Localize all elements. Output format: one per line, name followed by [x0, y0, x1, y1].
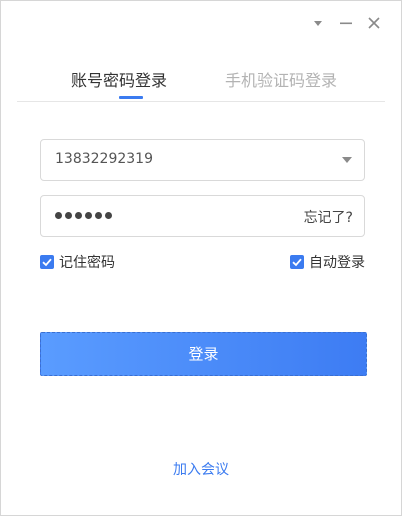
account-field[interactable]: 13832292319: [40, 139, 365, 181]
tab-phone-code[interactable]: 手机验证码登录: [225, 67, 337, 91]
login-button[interactable]: 登录: [40, 332, 367, 376]
menu-dropdown-icon[interactable]: [311, 16, 325, 30]
minimize-icon[interactable]: [339, 16, 353, 30]
account-value[interactable]: 13832292319: [55, 151, 153, 167]
join-meeting-link[interactable]: 加入会议: [1, 459, 401, 479]
login-window: 账号密码登录 手机验证码登录 13832292319 忘记了? 记住密码 自动登…: [0, 0, 402, 516]
active-tab-indicator: [119, 96, 143, 99]
tab-account-password[interactable]: 账号密码登录: [71, 67, 167, 91]
close-icon[interactable]: [367, 16, 381, 30]
remember-password-label: 记住密码: [59, 255, 115, 271]
auto-login-checkbox[interactable]: 自动登录: [290, 253, 365, 271]
checkbox-checked-icon[interactable]: [40, 255, 54, 269]
login-tabs: 账号密码登录 手机验证码登录: [17, 65, 385, 102]
password-field[interactable]: 忘记了?: [40, 195, 365, 237]
account-dropdown-icon[interactable]: [342, 157, 352, 163]
remember-password-checkbox[interactable]: 记住密码: [40, 253, 115, 271]
password-masked-value[interactable]: [55, 209, 112, 219]
window-controls: [311, 13, 381, 33]
auto-login-label: 自动登录: [309, 255, 365, 271]
checkbox-checked-icon[interactable]: [290, 255, 304, 269]
forgot-password-link[interactable]: 忘记了?: [304, 207, 353, 227]
